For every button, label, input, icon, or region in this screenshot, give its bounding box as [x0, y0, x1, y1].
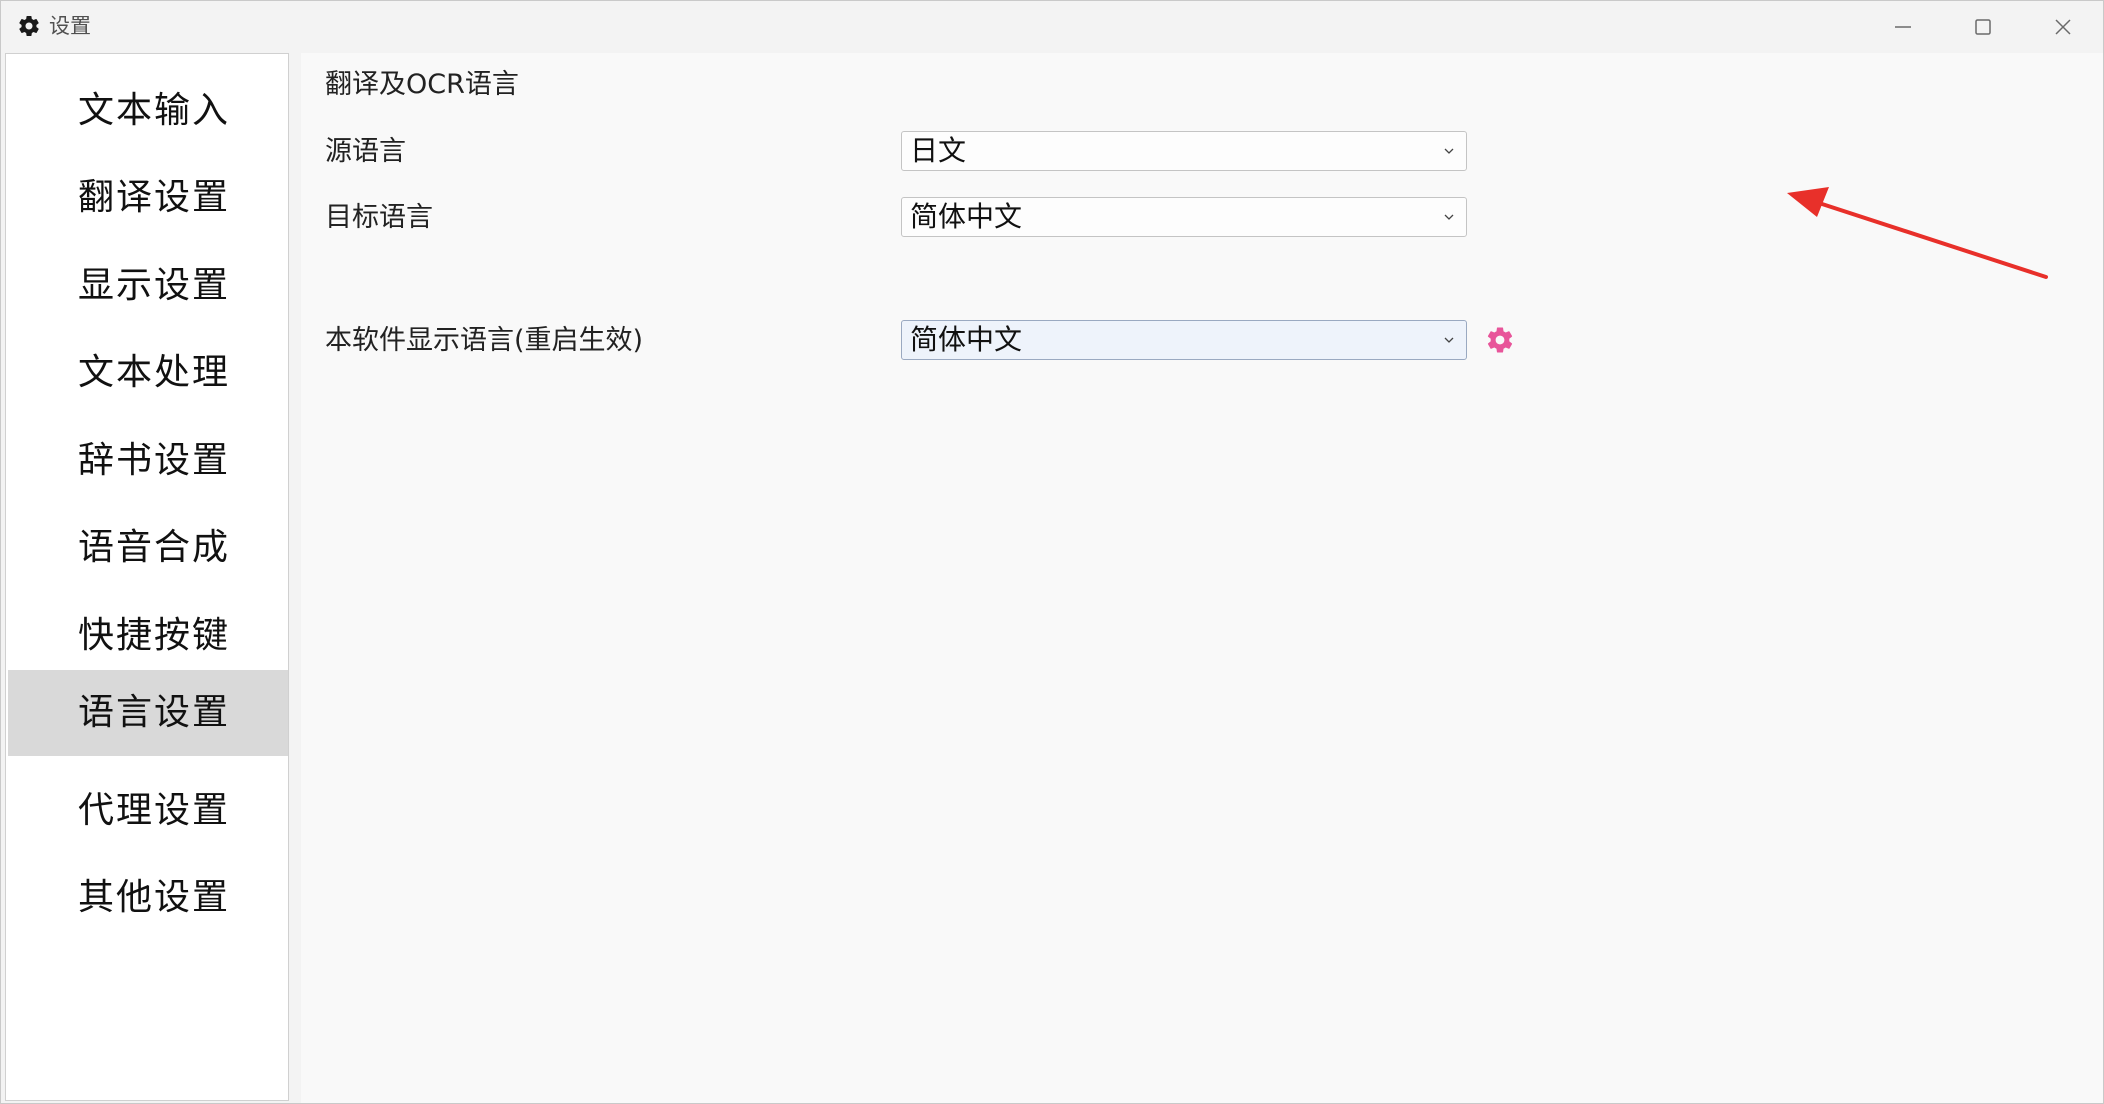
gear-icon: [19, 16, 39, 36]
sidebar-item-text-input[interactable]: 文本输入: [8, 68, 288, 154]
close-button[interactable]: [2023, 1, 2103, 53]
annotation-arrow-icon: [1787, 187, 2048, 279]
source-language-value: 日文: [910, 134, 967, 167]
minimize-icon: [1895, 26, 1911, 28]
gear-icon[interactable]: [1485, 325, 1515, 355]
minimize-button[interactable]: [1863, 1, 1943, 53]
maximize-button[interactable]: [1943, 1, 2023, 53]
chevron-down-icon: [1444, 148, 1454, 154]
settings-content: 翻译及OCR语言 源语言 日文 目标语言 简体中文 本软件显示语言(重启生效) …: [301, 53, 2103, 1103]
settings-sidebar: 文本输入 翻译设置 显示设置 文本处理 辞书设置 语音合成 快捷按键 语言设置 …: [5, 53, 289, 1101]
target-language-value: 简体中文: [910, 200, 1023, 233]
sidebar-item-other-settings[interactable]: 其他设置: [8, 855, 288, 941]
maximize-icon: [1975, 19, 1991, 35]
source-language-select[interactable]: 日文: [901, 131, 1467, 171]
close-icon: [2055, 19, 2071, 35]
source-language-label: 源语言: [325, 136, 406, 167]
sidebar-item-text-processing[interactable]: 文本处理: [8, 330, 288, 416]
chevron-down-icon: [1444, 214, 1454, 220]
sidebar-item-speech-synthesis[interactable]: 语音合成: [8, 505, 288, 591]
sidebar-item-dictionary-settings[interactable]: 辞书设置: [8, 418, 288, 504]
sidebar-item-proxy-settings[interactable]: 代理设置: [8, 768, 288, 854]
settings-window: 设置 文本输入 翻译设置 显示设置 文本处理 辞书设置 语音合成 快捷按键 语言…: [0, 0, 2104, 1104]
ui-language-select[interactable]: 简体中文: [901, 320, 1467, 360]
target-language-label: 目标语言: [325, 202, 433, 233]
sidebar-item-display-settings[interactable]: 显示设置: [8, 243, 288, 329]
title-bar[interactable]: 设置: [1, 1, 2103, 53]
sidebar-item-language-settings[interactable]: 语言设置: [8, 670, 288, 756]
section-title: 翻译及OCR语言: [325, 69, 519, 100]
sidebar-item-hotkeys[interactable]: 快捷按键: [8, 593, 288, 679]
ui-language-value: 简体中文: [910, 323, 1023, 356]
target-language-select[interactable]: 简体中文: [901, 197, 1467, 237]
ui-language-label: 本软件显示语言(重启生效): [325, 325, 644, 356]
chevron-down-icon: [1444, 337, 1454, 343]
sidebar-item-translation-settings[interactable]: 翻译设置: [8, 155, 288, 241]
window-title: 设置: [49, 14, 91, 38]
